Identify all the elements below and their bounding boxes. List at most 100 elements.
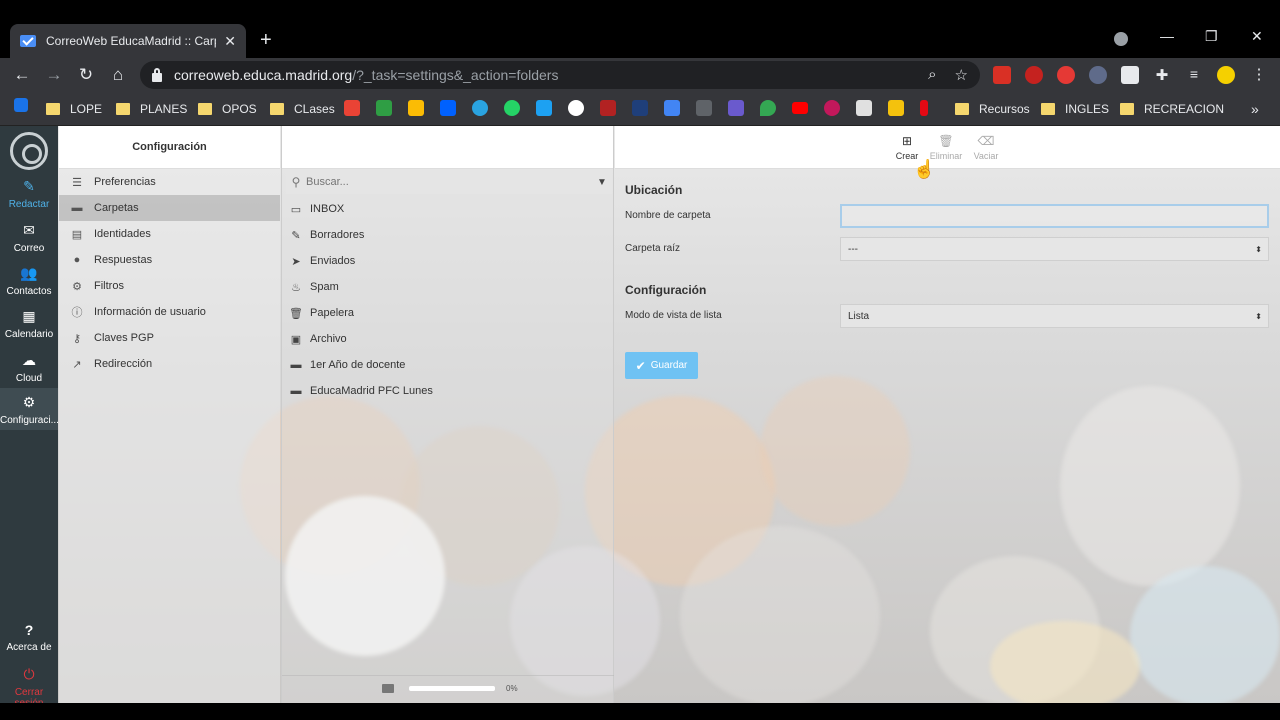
folder-name-input[interactable]: [840, 204, 1269, 228]
cloud-icon: ☁: [22, 352, 36, 368]
twitter-bookmark-icon[interactable]: [536, 100, 552, 116]
settings-item-preferencias[interactable]: ☰ Preferencias: [59, 169, 280, 195]
folder-item-inbox[interactable]: ▭ INBOX: [282, 196, 614, 222]
folder-item-pfc-lunes[interactable]: ▬ EducaMadrid PFC Lunes: [282, 378, 614, 404]
create-folder-button[interactable]: ⊞ Crear: [885, 134, 929, 161]
wordreference-bookmark-icon[interactable]: [728, 100, 744, 116]
restore-icon[interactable]: ❐: [1205, 28, 1218, 45]
youtube-bookmark-icon[interactable]: [792, 102, 808, 114]
bookmark-label: PLANES: [140, 102, 188, 116]
reload-icon[interactable]: ↻: [75, 64, 97, 86]
nav-logout[interactable]: ⏻ Cerrar sesión: [0, 666, 58, 703]
delete-folder-button[interactable]: 🗑 Eliminar: [924, 134, 968, 161]
empty-folder-button[interactable]: ⌫ Vaciar: [964, 134, 1008, 161]
location-heading: Ubicación: [625, 183, 683, 197]
close-tab-icon[interactable]: ✕: [224, 33, 236, 50]
address-bar[interactable]: correoweb.educa.madrid.org/?_task=settin…: [140, 61, 980, 89]
media-control-icon[interactable]: ≡: [1185, 66, 1203, 84]
folder-icon: [955, 103, 969, 115]
dropbox-bookmark-icon[interactable]: [440, 100, 456, 116]
hand-extension-icon[interactable]: [1057, 66, 1075, 84]
back-icon[interactable]: ←: [11, 64, 33, 86]
view-mode-select[interactable]: Lista ⬍: [840, 304, 1269, 328]
zoom-search-icon[interactable]: ⌕: [928, 66, 936, 84]
google-bookmark-icon[interactable]: [568, 100, 584, 116]
folder-item-borradores[interactable]: ✎ Borradores: [282, 222, 614, 248]
folder-icon: [46, 103, 60, 115]
adblock-extension-icon[interactable]: [1025, 66, 1043, 84]
apps-bookmark-icon[interactable]: [14, 98, 28, 112]
send-icon: ➤: [291, 255, 301, 268]
lock-icon[interactable]: [152, 67, 162, 82]
nav-compose[interactable]: ✎ Redactar: [0, 178, 58, 214]
bookmark-folder-recreacion[interactable]: RECREACION: [1120, 100, 1224, 118]
pig-bookmark-icon[interactable]: [824, 100, 840, 116]
bookmark-folder-lope[interactable]: LOPE: [46, 100, 102, 118]
profile-avatar-icon[interactable]: [1217, 66, 1235, 84]
settings-item-informacion[interactable]: ⓘ Información de usuario: [59, 299, 280, 325]
eraser-icon: ⌫: [977, 134, 995, 148]
drive-bookmark-icon[interactable]: [408, 100, 424, 116]
mail-extension-icon[interactable]: [1121, 66, 1139, 84]
nav-label: Acerca de: [6, 642, 52, 653]
folder-search[interactable]: ⚲ ▼: [286, 170, 612, 194]
forward-icon[interactable]: →: [43, 64, 65, 86]
italic-bookmark-icon[interactable]: [696, 100, 712, 116]
browser-tab[interactable]: CorreoWeb EducaMadrid :: Carpe ✕: [10, 24, 246, 58]
profile-menu-icon[interactable]: [1114, 32, 1128, 46]
save-button[interactable]: ✔ Guardar: [625, 352, 698, 379]
university-bookmark-icon[interactable]: [600, 100, 616, 116]
netflix-bookmark-icon[interactable]: [920, 100, 928, 116]
hard-drive-icon: [382, 684, 394, 693]
settings-item-identidades[interactable]: ▤ Identidades: [59, 221, 280, 247]
minimize-icon[interactable]: —: [1160, 28, 1174, 44]
browser-menu-icon[interactable]: ⋮: [1248, 64, 1270, 86]
settings-item-respuestas[interactable]: ● Respuestas: [59, 247, 280, 273]
bookmark-folder-planes[interactable]: PLANES: [116, 100, 187, 118]
whatsapp-bookmark-icon[interactable]: [504, 100, 520, 116]
folder-item-papelera[interactable]: 🗑 Papelera: [282, 300, 614, 326]
bookmark-folder-opos[interactable]: OPOS: [198, 100, 257, 118]
educamadrid-logo-icon[interactable]: [10, 132, 48, 170]
home-icon[interactable]: ⌂: [107, 64, 129, 86]
quota-indicator: 0%: [282, 675, 614, 703]
nav-settings[interactable]: ⚙ Configuraci...: [0, 388, 59, 430]
google-translate-bookmark-icon[interactable]: [664, 100, 680, 116]
folder-item-spam[interactable]: ♨ Spam: [282, 274, 614, 300]
bookmark-folder-ingles[interactable]: INGLES: [1041, 100, 1109, 118]
gmail-bookmark-icon[interactable]: [344, 100, 360, 116]
nav-about[interactable]: ? Acerca de: [0, 622, 58, 656]
select-arrows-icon: ⬍: [1255, 244, 1262, 254]
settings-item-redireccion[interactable]: ↗ Redirección: [59, 351, 280, 377]
folder-item-archivo[interactable]: ▣ Archivo: [282, 326, 614, 352]
parent-folder-select[interactable]: --- ⬍: [840, 237, 1269, 261]
bookmark-folder-clases[interactable]: CLases: [270, 100, 335, 118]
nav-contacts[interactable]: 👥 Contactos: [0, 265, 58, 301]
folder-search-input[interactable]: [306, 176, 592, 188]
settings-item-filtros[interactable]: ⚙ Filtros: [59, 273, 280, 299]
gmail-extension-icon[interactable]: [993, 66, 1011, 84]
new-tab-icon[interactable]: +: [260, 30, 272, 50]
folder-item-1er-ano[interactable]: ▬ 1er Año de docente: [282, 352, 614, 378]
chevron-down-icon[interactable]: ▼: [592, 177, 612, 188]
imdb-bookmark-icon[interactable]: [888, 100, 904, 116]
settings-item-claves-pgp[interactable]: ⚷ Claves PGP: [59, 325, 280, 351]
folder-list-header: [282, 126, 613, 169]
ae-bookmark-icon[interactable]: [856, 100, 872, 116]
settings-item-carpetas[interactable]: ▬ Carpetas: [59, 195, 280, 221]
bookmark-folder-recursos[interactable]: Recursos: [955, 100, 1030, 118]
nav-calendar[interactable]: ▦ Calendario: [0, 308, 58, 344]
telegram-bookmark-icon[interactable]: [472, 100, 488, 116]
extensions-puzzle-icon[interactable]: ✚: [1153, 66, 1171, 84]
shield-bookmark-icon[interactable]: [632, 100, 648, 116]
nav-mail[interactable]: ✉ Correo: [0, 222, 58, 258]
bookmark-star-icon[interactable]: ☆: [955, 66, 968, 84]
maps-bookmark-icon[interactable]: [760, 100, 776, 116]
nav-cloud[interactable]: ☁ Cloud: [0, 352, 58, 388]
more-bookmarks-icon[interactable]: »: [1251, 100, 1259, 118]
translate-extension-icon[interactable]: [1089, 66, 1107, 84]
folder-item-enviados[interactable]: ➤ Enviados: [282, 248, 614, 274]
parent-folder-label: Carpeta raíz: [625, 243, 681, 254]
close-window-icon[interactable]: ✕: [1251, 28, 1263, 45]
microsoft-bookmark-icon[interactable]: [376, 100, 392, 116]
